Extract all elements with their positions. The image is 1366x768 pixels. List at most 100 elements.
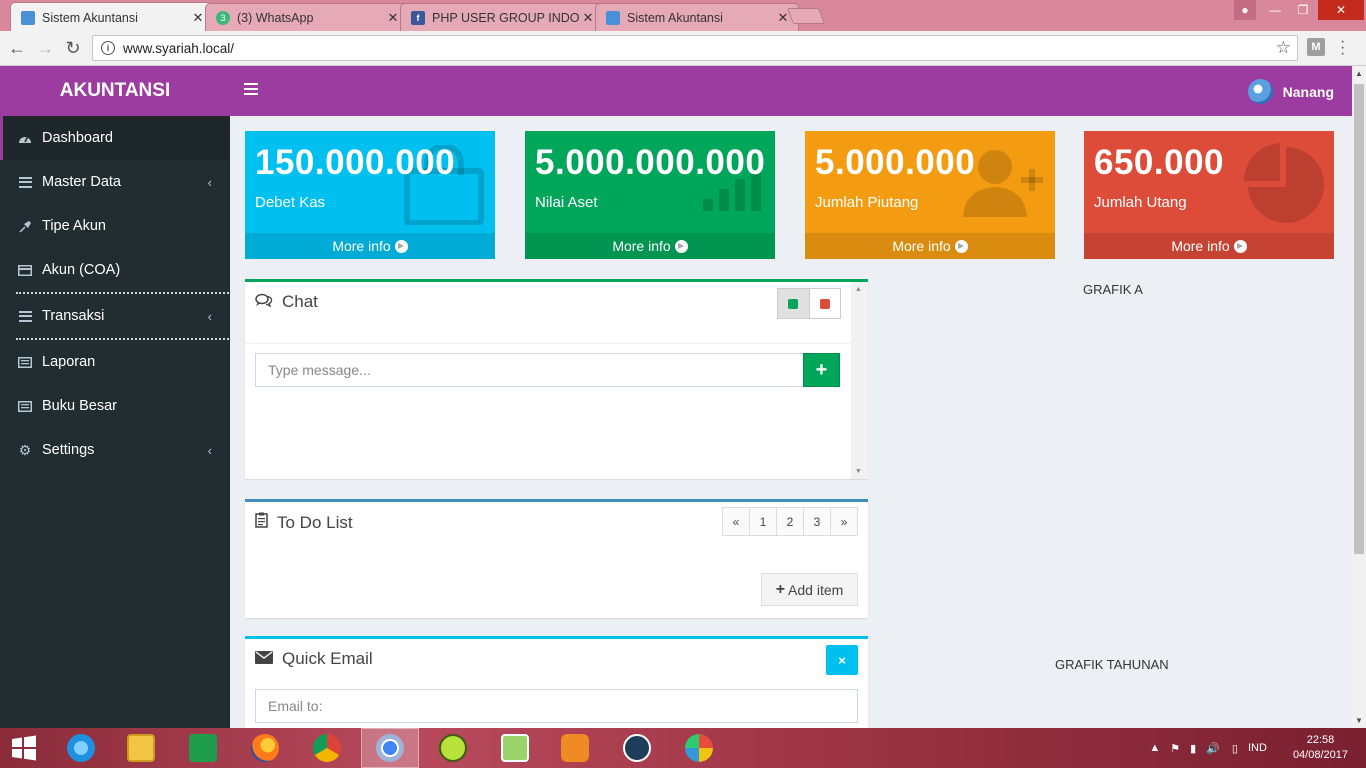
tab-label: (3) WhatsApp bbox=[237, 10, 314, 25]
back-arrow-icon[interactable]: ← bbox=[6, 37, 28, 59]
firefox-icon[interactable] bbox=[236, 728, 294, 768]
profile-icon[interactable]: ● bbox=[1234, 0, 1256, 20]
more-info-link[interactable]: More info bbox=[805, 233, 1055, 259]
scroll-down-icon[interactable]: ▼ bbox=[1355, 716, 1363, 725]
window-close-icon[interactable]: ✕ bbox=[1318, 0, 1364, 20]
browser-tab-3[interactable]: f PHP USER GROUP INDO ✕ bbox=[400, 3, 604, 31]
more-info-link[interactable]: More info bbox=[525, 233, 775, 259]
sidebar-item-tipe-akun[interactable]: Tipe Akun bbox=[0, 204, 230, 248]
brand-logo[interactable]: AKUNTANSI bbox=[0, 66, 230, 116]
paint-icon[interactable] bbox=[670, 728, 728, 768]
pager-page-3[interactable]: 3 bbox=[803, 507, 831, 536]
status-offline-button[interactable] bbox=[810, 289, 841, 318]
windows-start-icon[interactable] bbox=[0, 728, 48, 768]
close-button[interactable]: × bbox=[826, 645, 858, 675]
extension-icon[interactable]: M bbox=[1307, 38, 1325, 56]
stat-value: 5.000.000 bbox=[815, 143, 976, 182]
quick-email-title: Quick Email bbox=[255, 649, 373, 669]
store-icon[interactable] bbox=[174, 728, 232, 768]
chevron-left-icon: ‹ bbox=[207, 442, 212, 458]
chat-status-toggle[interactable] bbox=[777, 288, 841, 319]
pager-next[interactable]: » bbox=[830, 507, 858, 536]
clock[interactable]: 22:58 04/08/2017 bbox=[1293, 733, 1348, 763]
scroll-up-icon[interactable]: ▲ bbox=[855, 286, 862, 293]
app-header: AKUNTANSI Nanang bbox=[0, 66, 1352, 116]
file-explorer-icon[interactable] bbox=[112, 728, 170, 768]
sidebar-item-akun-coa[interactable]: Akun (COA) bbox=[0, 248, 230, 292]
card-icon bbox=[18, 264, 32, 276]
battery-icon[interactable]: ▯ bbox=[1232, 742, 1238, 755]
pager-page-1[interactable]: 1 bbox=[749, 507, 777, 536]
hs-icon[interactable] bbox=[424, 728, 482, 768]
stat-box-debet-kas: 150.000.000 Debet Kas More info bbox=[245, 131, 495, 259]
url-bar[interactable]: i www.syariah.local/ ☆ bbox=[92, 35, 1298, 61]
reload-icon[interactable]: ↻ bbox=[62, 37, 84, 59]
browser-tab-2[interactable]: 3 (3) WhatsApp ✕ bbox=[205, 3, 409, 31]
scroll-up-icon[interactable]: ▲ bbox=[1355, 69, 1363, 78]
stat-box-nilai-aset: 5.000.000.000 Nilai Aset More info bbox=[525, 131, 775, 259]
new-tab-button[interactable] bbox=[787, 8, 825, 24]
page-scrollbar[interactable]: ▲ ▼ bbox=[1352, 66, 1366, 728]
newspaper-icon bbox=[18, 356, 32, 368]
gear-icon: ⚙ bbox=[18, 441, 32, 458]
user-menu[interactable]: Nanang bbox=[1247, 79, 1334, 104]
browser-tab-1[interactable]: Sistem Akuntansi ✕ bbox=[10, 2, 214, 32]
user-name: Nanang bbox=[1282, 83, 1334, 100]
chrome-active-icon[interactable] bbox=[361, 728, 419, 768]
sidebar-toggle-icon[interactable] bbox=[244, 83, 258, 97]
sidebar-item-transaksi[interactable]: Transaksi ‹ bbox=[0, 294, 230, 338]
chrome-icon[interactable] bbox=[298, 728, 356, 768]
scrollbar-thumb[interactable] bbox=[1354, 84, 1364, 554]
notepad-icon[interactable] bbox=[486, 728, 544, 768]
todo-title: To Do List bbox=[255, 512, 353, 533]
close-icon[interactable]: ✕ bbox=[386, 10, 400, 26]
show-hidden-icons[interactable]: ▲ bbox=[1149, 742, 1160, 754]
restore-icon[interactable]: ❐ bbox=[1290, 0, 1316, 20]
stat-box-jumlah-piutang: 5.000.000 Jumlah Piutang More info bbox=[805, 131, 1055, 259]
forward-arrow-icon[interactable]: → bbox=[34, 37, 56, 59]
info-icon[interactable]: i bbox=[101, 41, 115, 55]
system-tray: ▲ ⚑ ▮ 🔊 ▯ IND 22:58 04/08/2017 bbox=[1149, 728, 1366, 768]
stat-label: Nilai Aset bbox=[535, 194, 598, 211]
status-online-button[interactable] bbox=[778, 289, 810, 318]
email-to-field[interactable] bbox=[255, 689, 858, 723]
network-icon[interactable]: ▮ bbox=[1190, 742, 1196, 755]
close-icon[interactable]: ✕ bbox=[581, 10, 595, 26]
chat-scrollbar[interactable]: ▲ ▼ bbox=[851, 282, 868, 479]
url-text: www.syariah.local/ bbox=[123, 40, 235, 56]
sidebar-item-master-data[interactable]: Master Data ‹ bbox=[0, 160, 230, 204]
stat-value: 5.000.000.000 bbox=[535, 143, 766, 182]
bookmark-star-icon[interactable]: ☆ bbox=[1276, 38, 1291, 58]
list-icon bbox=[18, 310, 32, 322]
minimize-icon[interactable]: — bbox=[1262, 0, 1288, 20]
sidebar-item-buku-besar[interactable]: Buku Besar bbox=[0, 384, 230, 428]
more-info-link[interactable]: More info bbox=[1084, 233, 1334, 259]
scroll-down-icon[interactable]: ▼ bbox=[855, 468, 862, 475]
language-indicator[interactable]: IND bbox=[1248, 742, 1267, 754]
more-info-link[interactable]: More info bbox=[245, 233, 495, 259]
flag-icon[interactable]: ⚑ bbox=[1170, 742, 1180, 755]
volume-icon[interactable]: 🔊 bbox=[1206, 742, 1220, 755]
sidebar-item-label: Master Data bbox=[42, 174, 121, 190]
close-icon[interactable]: ✕ bbox=[191, 10, 205, 26]
sidebar-item-laporan[interactable]: Laporan bbox=[0, 340, 230, 384]
media-player-icon[interactable] bbox=[546, 728, 604, 768]
windows-taskbar: ▲ ⚑ ▮ 🔊 ▯ IND 22:58 04/08/2017 bbox=[0, 728, 1366, 768]
arrow-circle-right-icon bbox=[1233, 239, 1247, 253]
divider bbox=[245, 343, 851, 344]
sidebar-item-dashboard[interactable]: Dashboard bbox=[0, 116, 230, 160]
chat-message-input[interactable] bbox=[255, 353, 804, 387]
internet-explorer-icon[interactable] bbox=[52, 728, 110, 768]
add-item-button[interactable]: + Add item bbox=[761, 573, 858, 606]
pager-prev[interactable]: « bbox=[722, 507, 750, 536]
app-tree-icon[interactable] bbox=[608, 728, 666, 768]
sidebar-item-label: Settings bbox=[42, 442, 95, 458]
sidebar-item-settings[interactable]: ⚙ Settings ‹ bbox=[0, 428, 230, 472]
browser-menu-icon[interactable]: · · · bbox=[1340, 34, 1345, 62]
send-button[interactable]: + bbox=[803, 353, 840, 387]
whatsapp-icon: 3 bbox=[216, 10, 230, 25]
pagination: « 1 2 3 » bbox=[722, 507, 858, 536]
envelope-icon bbox=[255, 649, 273, 669]
browser-tab-4[interactable]: Sistem Akuntansi ✕ bbox=[595, 3, 799, 31]
pager-page-2[interactable]: 2 bbox=[776, 507, 804, 536]
